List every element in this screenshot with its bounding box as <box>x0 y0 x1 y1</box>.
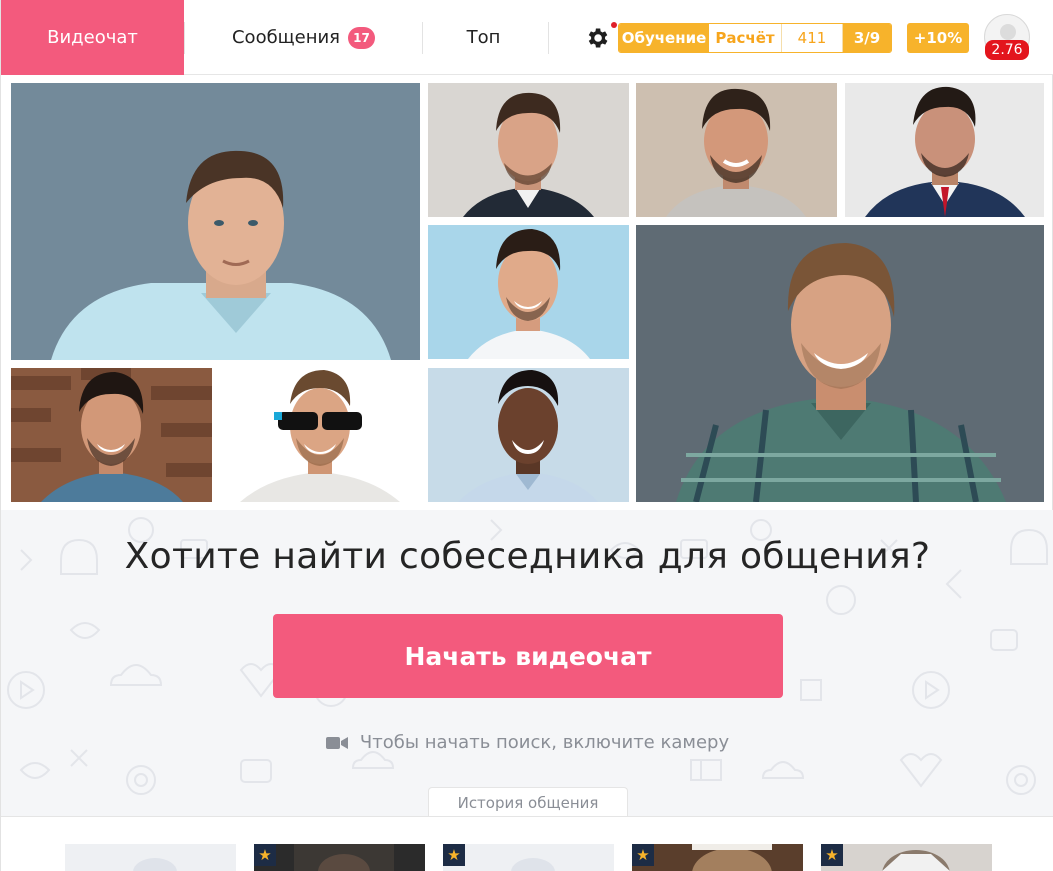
stats-bar: Обучение Расчёт 411 3/9 <box>618 23 892 53</box>
history-card[interactable] <box>65 844 236 871</box>
rating-badge: 2.76 <box>985 40 1029 60</box>
start-videochat-button[interactable]: Начать видеочат <box>273 614 783 698</box>
divider <box>548 22 549 54</box>
star-icon[interactable]: ★ <box>632 844 654 866</box>
profile-photo[interactable] <box>636 225 1044 502</box>
history-card[interactable]: ★ <box>821 844 992 871</box>
bonus-button[interactable]: +10% <box>907 23 969 53</box>
tab-messages[interactable]: Сообщения 17 <box>196 0 411 75</box>
tab-top[interactable]: Топ <box>426 0 541 75</box>
profile-photo[interactable] <box>220 368 421 502</box>
video-camera-icon <box>325 736 348 749</box>
top-navigation: Видеочат Сообщения 17 Топ Обучение Расчё… <box>1 0 1053 75</box>
messages-count-badge: 17 <box>348 26 376 49</box>
history-card[interactable]: ★ <box>632 844 803 871</box>
level-indicator[interactable]: 3/9 <box>843 24 891 52</box>
profile-photo[interactable] <box>428 368 629 502</box>
star-icon[interactable]: ★ <box>254 844 276 866</box>
gear-icon[interactable] <box>584 25 610 51</box>
calculation-button[interactable]: Расчёт <box>709 24 781 52</box>
training-button[interactable]: Обучение <box>619 24 709 52</box>
history-card[interactable]: ★ <box>443 844 614 871</box>
notification-dot-icon <box>611 22 617 28</box>
profile-photo[interactable] <box>428 225 629 359</box>
star-icon[interactable]: ★ <box>821 844 843 866</box>
profile-photo[interactable] <box>845 83 1044 217</box>
coins-count: 411 <box>781 24 843 52</box>
profile-photo[interactable] <box>11 368 212 502</box>
profile-photo[interactable] <box>11 83 420 360</box>
hero-section: Хотите найти собеседника для общения? На… <box>1 510 1053 816</box>
divider <box>422 22 423 54</box>
tab-messages-label: Сообщения <box>231 27 341 48</box>
profile-photo[interactable] <box>636 83 837 217</box>
camera-hint: Чтобы начать поиск, включите камеру <box>1 732 1053 753</box>
hero-title: Хотите найти собеседника для общения? <box>124 536 931 577</box>
divider <box>184 22 185 54</box>
camera-hint-text: Чтобы начать поиск, включите камеру <box>359 732 730 753</box>
history-strip: ★ ★ ★ ★ <box>1 816 1053 871</box>
star-icon[interactable]: ★ <box>443 844 465 866</box>
tab-history[interactable]: История общения <box>428 787 628 816</box>
tab-videochat[interactable]: Видеочат <box>1 0 184 75</box>
history-card[interactable]: ★ <box>254 844 425 871</box>
tab-videochat-label: Видеочат <box>47 27 138 48</box>
profile-photo[interactable] <box>428 83 629 217</box>
tab-top-label: Топ <box>466 27 501 48</box>
